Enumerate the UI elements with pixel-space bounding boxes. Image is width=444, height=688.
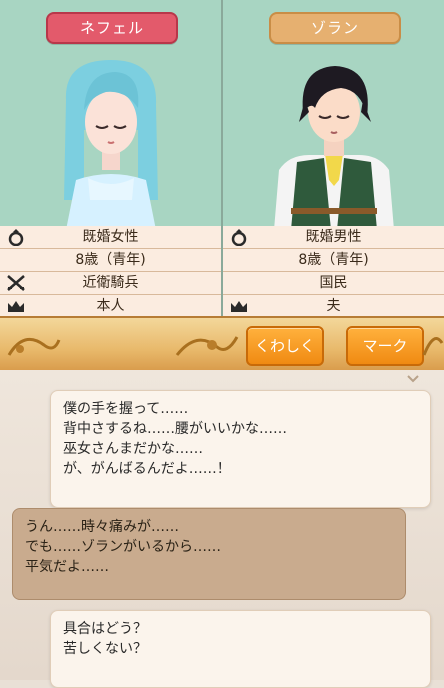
crown-icon [231, 301, 247, 312]
info-job-text: 近衛騎兵 [82, 275, 139, 291]
info-row-marital: 既婚男性 [223, 226, 444, 249]
ornament-right-icon [422, 337, 444, 356]
info-row-job: 近衛騎兵 [0, 272, 221, 295]
info-relation-text: 夫 [326, 298, 341, 314]
info-row-relation: 本人 [0, 295, 221, 318]
message-bubble: 僕の手を握って…… 背中さするね……腰がいいかな…… 巫女さんまだかな…… が、… [50, 390, 431, 508]
info-row-relation: 夫 [223, 295, 444, 318]
info-row-age: 8歳（青年) [0, 249, 221, 272]
crossed-swords-icon [7, 275, 25, 291]
avatar-nefel [63, 60, 158, 226]
dialogue-area[interactable]: 僕の手を握って…… 背中さするね……腰がいいかな…… 巫女さんまだかな…… が、… [0, 370, 444, 688]
crown-icon [8, 301, 24, 312]
avatar-zoran [273, 66, 394, 226]
character-info-right: 既婚男性 8歳（青年) 国民 夫 [223, 226, 444, 318]
mark-button[interactable]: マーク [346, 326, 424, 366]
info-age-text: 8歳（青年) [75, 252, 146, 268]
message-bubble: 具合はどう？ 苦しくない？ [50, 610, 431, 688]
character-panel-left[interactable]: ネフェル [0, 0, 221, 226]
message-bubble: うん……時々痛みが…… でも……ゾランがいるから…… 平気だよ…… [12, 508, 406, 600]
action-bar: くわしく マーク [0, 316, 444, 374]
info-marital-text: 既婚女性 [82, 229, 139, 245]
character-info-left: 既婚女性 8歳（青年) 近衛騎兵 本人 [0, 226, 221, 318]
info-row-age: 8歳（青年) [223, 249, 444, 272]
detail-button[interactable]: くわしく [246, 326, 324, 366]
character-panel-right[interactable]: ゾラン [223, 0, 444, 226]
info-marital-text: 既婚男性 [305, 229, 362, 245]
ring-icon [231, 229, 247, 246]
info-age-text: 8歳（青年) [298, 252, 369, 268]
ornament-left-icon [7, 337, 61, 356]
info-relation-text: 本人 [96, 298, 125, 314]
character-name-plate: ネフェル [46, 12, 178, 44]
info-row-job: 国民 [223, 272, 444, 295]
info-row-marital: 既婚女性 [0, 226, 221, 249]
info-job-text: 国民 [319, 275, 348, 291]
character-name-plate: ゾラン [269, 12, 401, 44]
ornament-mid-icon [175, 336, 239, 356]
ring-icon [8, 229, 24, 246]
scroll-indicator-icon [407, 375, 419, 383]
